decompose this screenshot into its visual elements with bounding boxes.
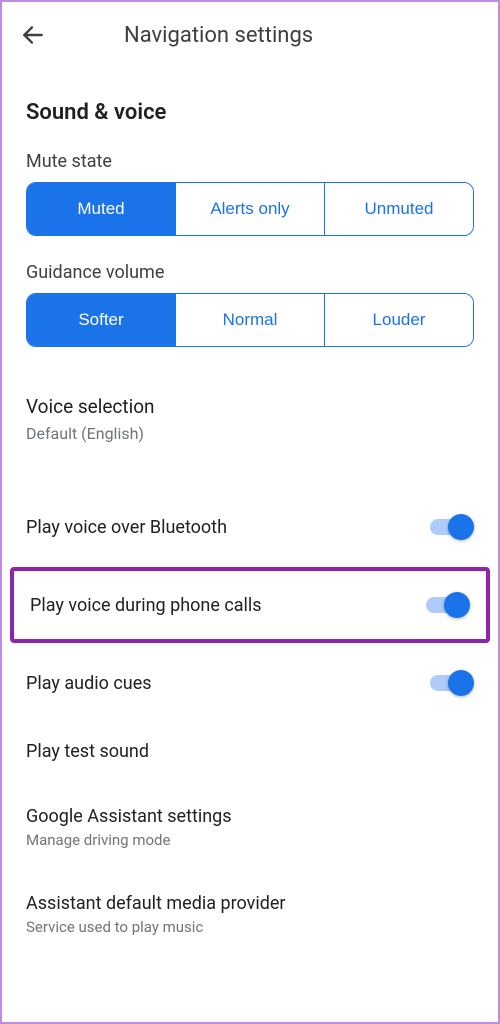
mute-state-segmented: Muted Alerts only Unmuted [26, 182, 474, 236]
play-audio-cues-title: Play audio cues [26, 673, 152, 694]
voice-selection-value: Default (English) [26, 424, 474, 443]
page-title: Navigation settings [124, 23, 480, 48]
guidance-volume-segmented: Softer Normal Louder [26, 293, 474, 347]
google-assistant-settings-sub: Manage driving mode [26, 831, 232, 849]
assistant-media-provider-title: Assistant default media provider [26, 893, 286, 914]
volume-option-normal[interactable]: Normal [176, 294, 325, 346]
back-arrow-icon[interactable] [20, 22, 46, 48]
mute-option-alerts-only[interactable]: Alerts only [176, 183, 325, 235]
play-voice-bluetooth-title: Play voice over Bluetooth [26, 517, 227, 538]
voice-selection-row[interactable]: Voice selection Default (English) [2, 361, 498, 451]
play-voice-phone-calls-row[interactable]: Play voice during phone calls [14, 571, 486, 639]
assistant-media-provider-row[interactable]: Assistant default media provider Service… [2, 871, 498, 942]
volume-option-louder[interactable]: Louder [325, 294, 473, 346]
play-audio-cues-row[interactable]: Play audio cues [2, 647, 498, 719]
play-voice-bluetooth-row[interactable]: Play voice over Bluetooth [2, 491, 498, 563]
play-voice-phone-calls-toggle[interactable] [426, 591, 470, 619]
mute-option-unmuted[interactable]: Unmuted [325, 183, 473, 235]
volume-option-softer[interactable]: Softer [27, 294, 176, 346]
section-heading-sound-voice: Sound & voice [2, 68, 498, 139]
assistant-media-provider-sub: Service used to play music [26, 918, 286, 936]
mute-state-label: Mute state [2, 139, 498, 182]
google-assistant-settings-row[interactable]: Google Assistant settings Manage driving… [2, 784, 498, 871]
play-voice-phone-calls-title: Play voice during phone calls [30, 595, 262, 616]
play-test-sound-title: Play test sound [26, 741, 149, 762]
highlighted-setting: Play voice during phone calls [10, 567, 490, 643]
voice-selection-title: Voice selection [26, 395, 474, 418]
play-test-sound-row[interactable]: Play test sound [2, 719, 498, 784]
google-assistant-settings-title: Google Assistant settings [26, 806, 232, 827]
play-audio-cues-toggle[interactable] [430, 669, 474, 697]
mute-option-muted[interactable]: Muted [27, 183, 176, 235]
play-voice-bluetooth-toggle[interactable] [430, 513, 474, 541]
guidance-volume-label: Guidance volume [2, 250, 498, 293]
